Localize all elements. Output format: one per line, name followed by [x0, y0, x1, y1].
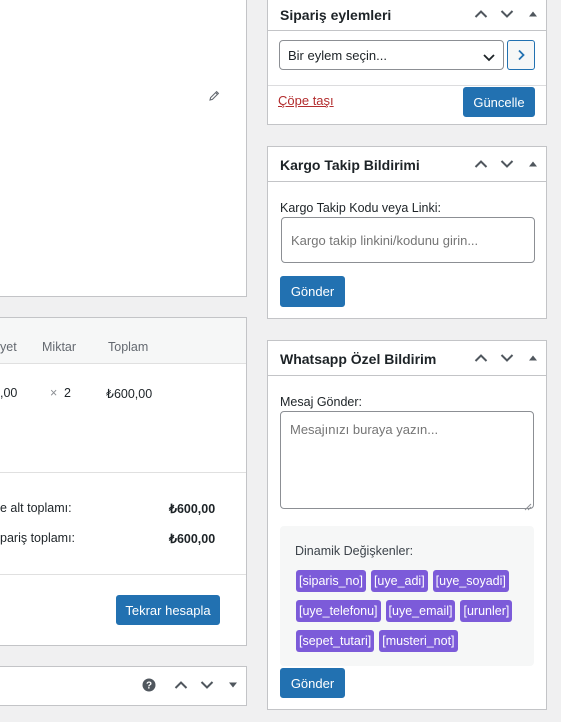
chevron-down-icon	[483, 50, 495, 65]
tag-urunler[interactable]: [urunler]	[460, 600, 513, 622]
tag-row: [sepet_tutari] [musteri_not]	[296, 630, 458, 660]
svg-text:?: ?	[146, 681, 152, 692]
help-icon[interactable]: ?	[138, 674, 160, 696]
message-textarea[interactable]	[280, 411, 534, 509]
dynamic-variables-box: Dinamik Değişkenler: [siparis_no] [uye_a…	[280, 526, 534, 666]
cargo-send-button[interactable]: Gönder	[280, 276, 345, 307]
order-actions-title: Sipariş eylemleri	[280, 7, 392, 23]
column-cost: yet	[0, 340, 17, 354]
item-qty: 2	[64, 386, 71, 400]
chevron-right-icon	[518, 49, 525, 61]
edit-pencil-icon[interactable]	[207, 89, 221, 103]
dynamic-variables-title: Dinamik Değişkenler:	[295, 544, 414, 558]
whatsapp-title: Whatsapp Özel Bildirim	[280, 351, 437, 367]
cargo-tracking-title: Kargo Takip Bildirimi	[280, 157, 420, 173]
whatsapp-send-button[interactable]: Gönder	[280, 668, 345, 698]
tag-uye-soyadi[interactable]: [uye_soyadi]	[432, 570, 509, 592]
cargo-tracking-input[interactable]	[281, 217, 535, 263]
apply-action-button[interactable]	[507, 40, 535, 70]
toggle-caret-icon[interactable]	[522, 3, 544, 25]
tag-musteri-not[interactable]: [musteri_not]	[379, 630, 458, 652]
item-total: ₺600,00	[106, 387, 153, 401]
move-to-trash-link[interactable]: Çöpe taşı	[278, 93, 334, 108]
actions-divider	[0, 574, 246, 575]
order-total-value: ₺600,00	[169, 532, 216, 546]
subtotal-label: e alt toplamı:	[0, 501, 72, 515]
tag-row: [siparis_no] [uye_adi] [uye_soyadi]	[296, 570, 509, 600]
subtotal-value: ₺600,00	[169, 502, 216, 516]
order-action-select-value: Bir eylem seçin...	[288, 48, 387, 63]
chevron-up-icon[interactable]	[170, 674, 192, 696]
order-details-panel	[0, 0, 247, 297]
order-actions-footer	[268, 85, 546, 86]
column-total: Toplam	[108, 340, 149, 354]
order-total-label: pariş toplamı:	[0, 531, 76, 545]
chevron-up-icon[interactable]	[470, 347, 492, 369]
tag-uye-telefonu[interactable]: [uye_telefonu]	[296, 600, 381, 622]
toggle-caret-icon[interactable]	[222, 674, 244, 696]
recalculate-button[interactable]: Tekrar hesapla	[116, 595, 220, 625]
item-cost: ,00	[0, 386, 18, 400]
chevron-down-icon[interactable]	[496, 153, 518, 175]
chevron-up-icon[interactable]	[470, 3, 492, 25]
order-action-select[interactable]: Bir eylem seçin...	[279, 40, 504, 70]
tag-uye-email[interactable]: [uye_email]	[385, 600, 456, 622]
tag-row: [uye_telefonu] [uye_email] [urunler]	[296, 600, 513, 630]
toggle-caret-icon[interactable]	[522, 347, 544, 369]
cargo-field-label: Kargo Takip Kodu veya Linki:	[280, 201, 441, 215]
update-order-button[interactable]: Güncelle	[463, 87, 535, 117]
tag-sepet-tutari[interactable]: [sepet_tutari]	[296, 630, 375, 652]
chevron-down-icon[interactable]	[496, 347, 518, 369]
tag-uye-adi[interactable]: [uye_adi]	[370, 570, 428, 592]
message-field-label: Mesaj Gönder:	[280, 395, 362, 409]
chevron-down-icon[interactable]	[496, 3, 518, 25]
column-quantity: Miktar	[42, 340, 77, 354]
toggle-caret-icon[interactable]	[522, 153, 544, 175]
totals-divider	[0, 472, 246, 473]
item-qty-sign: ×	[50, 386, 58, 400]
chevron-up-icon[interactable]	[470, 153, 492, 175]
chevron-down-icon[interactable]	[196, 674, 218, 696]
resize-handle-icon[interactable]	[524, 499, 532, 514]
tag-siparis-no[interactable]: [siparis_no]	[296, 570, 366, 592]
